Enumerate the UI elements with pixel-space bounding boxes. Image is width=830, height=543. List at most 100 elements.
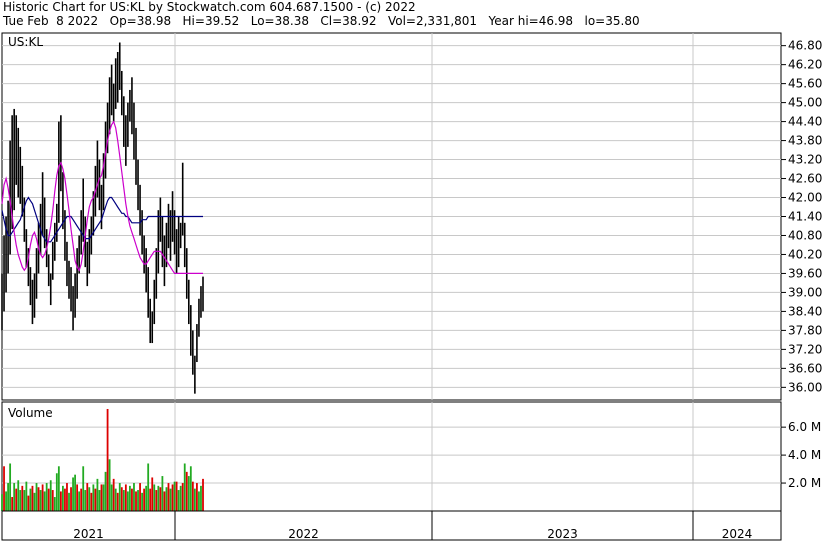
volume-bar <box>72 477 74 511</box>
volume-bar <box>7 483 9 511</box>
volume-plot-frame <box>1 401 782 512</box>
volume-bar <box>9 463 12 511</box>
price-tick-label: 41.40 <box>788 210 822 224</box>
volume-bar <box>90 492 93 511</box>
volume-bar <box>31 485 34 511</box>
volume-bar <box>43 491 46 511</box>
volume-bar <box>151 477 154 511</box>
volume-bar <box>181 483 184 511</box>
volume-bar <box>19 490 22 511</box>
price-tick-label: 45.00 <box>788 96 822 110</box>
price-panel: 46.80 46.20 45.60 45.00 44.40 43.80 43.20 42.60… <box>1 32 822 401</box>
volume-bar <box>39 490 42 511</box>
volume-bar <box>183 463 186 511</box>
volume-bar <box>167 483 170 511</box>
price-tick-label: 43.80 <box>788 134 822 148</box>
volume-bar <box>200 485 202 511</box>
volume-bar <box>17 480 20 511</box>
volume-bar <box>147 463 150 511</box>
volume-bar <box>5 491 7 511</box>
volume-bar <box>153 484 156 511</box>
volume-bar <box>185 471 188 511</box>
volume-bar <box>94 488 97 511</box>
volume-bar <box>141 492 143 511</box>
volume-bar <box>51 490 54 511</box>
volume-bar <box>187 476 190 511</box>
stock-chart: 46.80 46.20 45.60 45.00 44.40 43.80 43.20 42.60… <box>1 32 822 541</box>
volume-bar <box>137 490 139 511</box>
volume-bar <box>74 474 76 511</box>
volume-bar <box>124 484 127 511</box>
volume-bar <box>11 497 14 511</box>
volume-bar <box>189 466 192 511</box>
volume-bar <box>112 478 115 511</box>
volume-bar <box>171 484 174 511</box>
volume-bar <box>110 484 113 511</box>
volume-bar <box>114 488 117 511</box>
volume-bar <box>177 490 180 511</box>
price-tick-label: 37.80 <box>788 323 822 337</box>
price-tick-label: 36.60 <box>788 361 822 375</box>
volume-bar <box>193 488 196 511</box>
volume-bar <box>53 497 56 511</box>
year-label: 2021 <box>73 527 104 541</box>
volume-bar <box>173 481 176 511</box>
volume-bar <box>29 488 32 511</box>
volume-panel: 6.0 M 4.0 M 2.0 M Volume <box>1 401 821 512</box>
volume-bar <box>155 490 158 511</box>
volume-bar <box>76 484 79 511</box>
volume-bar <box>57 466 60 511</box>
volume-bar <box>139 483 141 511</box>
volume-panel-title: Volume <box>8 406 53 420</box>
volume-bar <box>175 481 178 511</box>
volume-bar <box>108 459 111 511</box>
volume-bar <box>161 476 164 511</box>
volume-bar <box>82 466 85 511</box>
volume-bar <box>118 483 121 511</box>
price-tick-label: 42.60 <box>788 172 822 186</box>
volume-tick-label: 6.0 M <box>788 420 821 434</box>
volume-bar <box>145 485 148 511</box>
price-tick-label: 45.60 <box>788 77 822 91</box>
volume-bar <box>15 488 18 511</box>
volume-bar <box>45 483 48 511</box>
volume-bar <box>120 487 123 511</box>
volume-bar <box>196 483 198 511</box>
volume-bar <box>1 494 3 511</box>
volume-bar <box>100 484 103 511</box>
volume-bar <box>96 478 99 511</box>
volume-bar <box>3 466 5 511</box>
volume-bar <box>122 490 125 511</box>
volume-bar <box>86 483 89 511</box>
volume-bar <box>84 490 87 511</box>
volume-bar <box>102 484 105 511</box>
volume-bar <box>88 487 91 511</box>
volume-bar <box>135 491 137 511</box>
volume-bar <box>149 488 152 511</box>
volume-bar <box>59 491 62 511</box>
price-tick-label: 37.20 <box>788 342 822 356</box>
volume-bar <box>21 485 24 511</box>
volume-bar <box>68 492 70 511</box>
price-tick-label: 39.60 <box>788 266 822 280</box>
volume-bar <box>98 490 101 511</box>
price-tick-label: 39.00 <box>788 285 822 299</box>
price-tick-label: 44.40 <box>788 115 822 129</box>
volume-bar <box>143 488 146 511</box>
volume-tick-label: 2.0 M <box>788 476 821 490</box>
volume-bar <box>106 408 109 511</box>
price-tick-label: 43.20 <box>788 153 822 167</box>
volume-bar <box>70 487 72 511</box>
year-label: 2024 <box>722 527 753 541</box>
volume-bar <box>131 488 133 511</box>
volume-bar <box>191 481 194 511</box>
volume-bar <box>169 488 172 511</box>
volume-bar <box>62 485 64 511</box>
price-tick-label: 36.00 <box>788 380 822 394</box>
price-tick-label: 38.40 <box>788 304 822 318</box>
year-label: 2022 <box>288 527 319 541</box>
volume-bar <box>133 483 135 511</box>
volume-bar <box>33 492 36 511</box>
price-tick-label: 46.20 <box>788 58 822 72</box>
volume-bar <box>165 487 168 511</box>
